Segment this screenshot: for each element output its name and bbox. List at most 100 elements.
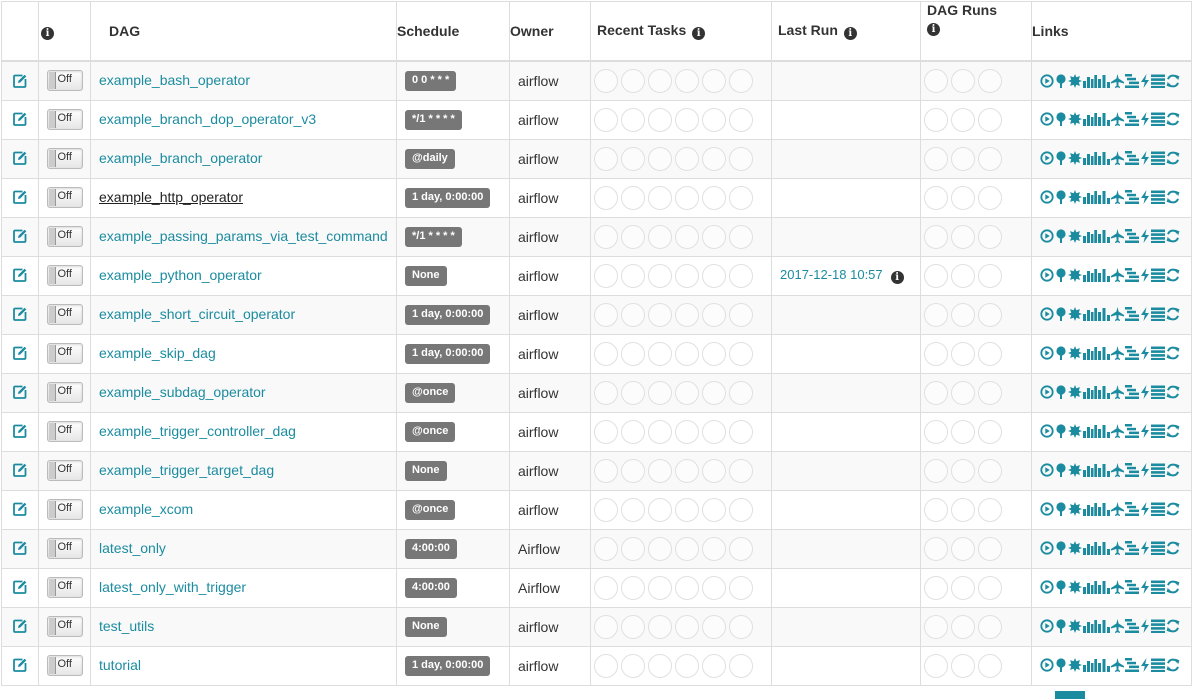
task-state-circle[interactable]	[594, 497, 618, 522]
run-state-circle[interactable]	[978, 380, 1002, 405]
task-tries-icon[interactable]	[1098, 541, 1110, 556]
gantt-icon[interactable]	[1125, 229, 1139, 244]
dag-link[interactable]: example_subdag_operator	[99, 384, 266, 400]
task-duration-icon[interactable]	[1083, 580, 1097, 595]
task-tries-icon[interactable]	[1098, 463, 1110, 478]
task-state-circle[interactable]	[729, 536, 753, 561]
code-view-icon[interactable]	[1140, 619, 1150, 634]
code-view-icon[interactable]	[1140, 268, 1150, 283]
task-state-circle[interactable]	[594, 68, 618, 93]
dag-link[interactable]: example_short_circuit_operator	[99, 306, 295, 322]
task-state-circle[interactable]	[648, 107, 672, 132]
dag-on-off-toggle[interactable]: Off	[46, 460, 83, 481]
gantt-icon[interactable]	[1125, 73, 1139, 88]
landing-times-icon[interactable]	[1111, 73, 1124, 88]
gantt-icon[interactable]	[1125, 658, 1139, 673]
task-state-circle[interactable]	[702, 614, 726, 639]
code-view-icon[interactable]	[1140, 658, 1150, 673]
task-state-circle[interactable]	[675, 341, 699, 366]
gantt-icon[interactable]	[1125, 190, 1139, 205]
trigger-dag-icon[interactable]	[1040, 619, 1054, 633]
run-state-circle[interactable]	[951, 575, 975, 600]
tree-view-icon[interactable]	[1055, 385, 1067, 400]
dag-on-off-toggle[interactable]: Off	[46, 538, 83, 559]
graph-view-icon[interactable]	[1068, 346, 1082, 361]
task-state-circle[interactable]	[648, 185, 672, 210]
task-state-circle[interactable]	[675, 614, 699, 639]
code-view-icon[interactable]	[1140, 385, 1150, 400]
gantt-icon[interactable]	[1125, 307, 1139, 322]
gantt-icon[interactable]	[1125, 112, 1139, 127]
task-state-circle[interactable]	[648, 146, 672, 171]
logs-icon[interactable]	[1151, 307, 1165, 322]
task-state-circle[interactable]	[675, 302, 699, 327]
run-state-circle[interactable]	[978, 419, 1002, 444]
task-state-circle[interactable]	[702, 263, 726, 288]
graph-view-icon[interactable]	[1068, 229, 1082, 244]
task-duration-icon[interactable]	[1083, 424, 1097, 439]
landing-times-icon[interactable]	[1111, 190, 1124, 205]
task-tries-icon[interactable]	[1098, 502, 1110, 517]
dag-on-off-toggle[interactable]: Off	[46, 265, 83, 286]
task-state-circle[interactable]	[648, 419, 672, 444]
logs-icon[interactable]	[1151, 463, 1165, 478]
logs-icon[interactable]	[1151, 151, 1165, 166]
trigger-dag-icon[interactable]	[1040, 385, 1054, 399]
edit-icon[interactable]	[13, 111, 27, 128]
edit-icon[interactable]	[13, 618, 27, 635]
task-state-circle[interactable]	[594, 575, 618, 600]
code-view-icon[interactable]	[1140, 112, 1150, 127]
tree-view-icon[interactable]	[1055, 307, 1067, 322]
dag-link[interactable]: example_skip_dag	[99, 345, 216, 361]
task-state-circle[interactable]	[675, 458, 699, 483]
task-state-circle[interactable]	[594, 380, 618, 405]
task-state-circle[interactable]	[729, 68, 753, 93]
task-state-circle[interactable]	[702, 497, 726, 522]
graph-view-icon[interactable]	[1068, 385, 1082, 400]
info-icon[interactable]: i	[843, 27, 857, 40]
landing-times-icon[interactable]	[1111, 112, 1124, 127]
graph-view-icon[interactable]	[1068, 463, 1082, 478]
task-state-circle[interactable]	[729, 341, 753, 366]
refresh-icon[interactable]	[1166, 74, 1180, 88]
task-duration-icon[interactable]	[1083, 151, 1097, 166]
task-state-circle[interactable]	[621, 575, 645, 600]
code-view-icon[interactable]	[1140, 151, 1150, 166]
dag-link[interactable]: example_trigger_target_dag	[99, 462, 274, 478]
task-state-circle[interactable]	[729, 224, 753, 249]
schedule-column-header[interactable]: Schedule	[396, 1, 510, 62]
gantt-icon[interactable]	[1125, 151, 1139, 166]
graph-view-icon[interactable]	[1068, 502, 1082, 517]
run-state-circle[interactable]	[978, 185, 1002, 210]
task-state-circle[interactable]	[702, 302, 726, 327]
dag-on-off-toggle[interactable]: Off	[46, 421, 83, 442]
task-state-circle[interactable]	[648, 224, 672, 249]
dag-on-off-toggle[interactable]: Off	[46, 382, 83, 403]
logs-icon[interactable]	[1151, 502, 1165, 517]
task-tries-icon[interactable]	[1098, 346, 1110, 361]
task-state-circle[interactable]	[729, 146, 753, 171]
task-state-circle[interactable]	[594, 653, 618, 678]
code-view-icon[interactable]	[1140, 463, 1150, 478]
graph-view-icon[interactable]	[1068, 619, 1082, 634]
logs-icon[interactable]	[1151, 74, 1165, 88]
tree-view-icon[interactable]	[1055, 502, 1067, 517]
run-state-circle[interactable]	[951, 458, 975, 483]
edit-icon[interactable]	[13, 384, 27, 401]
refresh-icon[interactable]	[1166, 151, 1180, 165]
task-duration-icon[interactable]	[1083, 190, 1097, 205]
run-state-circle[interactable]	[924, 380, 948, 405]
task-state-circle[interactable]	[675, 575, 699, 600]
code-view-icon[interactable]	[1140, 307, 1150, 322]
refresh-icon[interactable]	[1166, 580, 1180, 594]
trigger-dag-icon[interactable]	[1040, 580, 1054, 594]
task-tries-icon[interactable]	[1098, 268, 1110, 283]
task-state-circle[interactable]	[729, 653, 753, 678]
logs-icon[interactable]	[1151, 541, 1165, 556]
task-state-circle[interactable]	[621, 185, 645, 210]
run-state-circle[interactable]	[924, 614, 948, 639]
run-state-circle[interactable]	[951, 68, 975, 93]
refresh-icon[interactable]	[1166, 307, 1180, 321]
gantt-icon[interactable]	[1125, 424, 1139, 439]
task-state-circle[interactable]	[702, 458, 726, 483]
